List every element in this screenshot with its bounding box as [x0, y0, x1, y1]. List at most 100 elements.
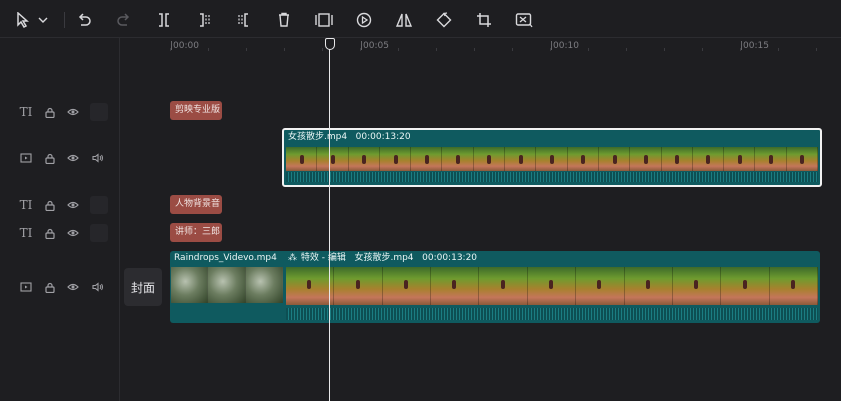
time-ruler[interactable]: |00:00 |00:05 |00:10 |00:15: [120, 38, 841, 56]
clip-header: ⁂ 特效 - 编辑 女孩散步.mp4 00:00:13:20: [288, 251, 477, 267]
thumbnail-frame: [431, 267, 480, 305]
ruler-label: |00:10: [550, 41, 579, 51]
text-clip-title[interactable]: 剪映专业版: [170, 101, 222, 120]
lock-icon[interactable]: [42, 197, 58, 213]
lock-icon[interactable]: [42, 279, 58, 295]
thumbnail-frame: [598, 147, 631, 171]
ruler-tick: [436, 48, 437, 51]
video-clip-overlay[interactable]: 女孩散步.mp4 00:00:13:20: [282, 128, 822, 187]
track-slot-placeholder: [90, 224, 108, 242]
thumbnail-frame: [473, 147, 506, 171]
smart-cut-icon[interactable]: [513, 9, 535, 31]
thumbnail-frame: [286, 267, 335, 305]
ruler-tick: [816, 48, 817, 51]
freeze-frame-icon[interactable]: [313, 9, 335, 31]
thumbnail-frame: [348, 147, 380, 171]
clip-thumbnails: [286, 267, 818, 305]
audio-icon[interactable]: [90, 279, 106, 295]
playhead-handle[interactable]: [325, 38, 335, 50]
ruler-tick: [246, 48, 247, 51]
video-clip-raindrops[interactable]: Raindrops_Videvo.mp4: [170, 251, 284, 323]
thumbnail-frame: [411, 147, 443, 171]
eye-icon[interactable]: [65, 150, 81, 166]
thumbnail-frame: [576, 267, 625, 305]
ruler-tick: [360, 48, 361, 51]
clip-thumbnails: [286, 147, 819, 171]
text-clip-bgm[interactable]: 人物背景音: [170, 195, 222, 214]
toolbar-divider: [64, 12, 65, 28]
video-editor-timeline: TI TI TI |00:00 |00:05 |00:10 |00:15 封面 …: [0, 0, 841, 401]
track-header-text-1: TI: [0, 100, 120, 124]
thumbnail-frame: [624, 267, 673, 305]
eye-icon[interactable]: [65, 279, 81, 295]
thumbnail-frame: [567, 147, 599, 171]
rotate-icon[interactable]: [433, 9, 455, 31]
lock-icon[interactable]: [42, 104, 58, 120]
ruler-tick: [208, 48, 209, 51]
thumbnail-frame: [536, 147, 568, 171]
thumbnail-frame: [692, 147, 725, 171]
thumbnail-frame: [245, 267, 283, 303]
play-reverse-icon[interactable]: [353, 9, 375, 31]
mirror-icon[interactable]: [393, 9, 415, 31]
undo-icon[interactable]: [73, 9, 95, 31]
ruler-tick: [778, 48, 779, 51]
video-track-icon: [18, 279, 34, 295]
ruler-label: |00:05: [360, 41, 389, 51]
text-track-icon: TI: [19, 105, 33, 119]
chevron-down-icon[interactable]: [36, 9, 50, 31]
thumbnail-frame: [382, 267, 432, 305]
video-clip-main[interactable]: ⁂ 特效 - 编辑 女孩散步.mp4 00:00:13:20: [284, 251, 820, 323]
timeline-toolbar: [0, 0, 841, 38]
delete-icon[interactable]: [273, 9, 295, 31]
thumbnail-frame: [171, 267, 209, 303]
eye-icon[interactable]: [65, 197, 81, 213]
ruler-tick: [398, 48, 399, 51]
ruler-label: |00:15: [740, 41, 769, 51]
ruler-tick: [284, 48, 285, 51]
redo-icon[interactable]: [113, 9, 135, 31]
thumbnail-frame: [208, 267, 246, 303]
audio-waveform: [286, 308, 818, 320]
clip-name: 女孩散步.mp4: [288, 132, 348, 142]
ruler-tick: [740, 48, 741, 51]
thumbnail-frame: [505, 147, 537, 171]
text-track-icon: TI: [19, 226, 33, 240]
lock-icon[interactable]: [42, 225, 58, 241]
trim-right-icon[interactable]: [233, 9, 255, 31]
track-header-text-3: TI: [0, 221, 120, 245]
audio-icon[interactable]: [90, 150, 106, 166]
lock-icon[interactable]: [42, 150, 58, 166]
video-track-icon: [18, 150, 34, 166]
playhead-line[interactable]: [329, 46, 330, 401]
ruler-tick: [512, 48, 513, 51]
track-headers: TI TI TI: [0, 38, 120, 401]
text-clip-lecturer[interactable]: 讲师：三郎: [170, 223, 222, 242]
thumbnail-frame: [755, 147, 787, 171]
ruler-tick: [322, 48, 323, 51]
thumbnail-frame: [527, 267, 577, 305]
ruler-tick: [588, 48, 589, 51]
select-cursor-icon[interactable]: [12, 9, 34, 31]
audio-waveform: [286, 172, 818, 182]
thumbnail-frame: [786, 147, 819, 171]
eye-icon[interactable]: [65, 104, 81, 120]
crop-icon[interactable]: [473, 9, 495, 31]
text-track-icon: TI: [19, 198, 33, 212]
thumbnail-frame: [334, 267, 383, 305]
ruler-tick: [170, 48, 171, 51]
track-header-text-2: TI: [0, 193, 120, 217]
trim-left-icon[interactable]: [193, 9, 215, 31]
ruler-tick: [702, 48, 703, 51]
clip-duration: 00:00:13:20: [422, 253, 478, 263]
eye-icon[interactable]: [65, 225, 81, 241]
ruler-tick: [474, 48, 475, 51]
cover-button[interactable]: 封面: [124, 268, 162, 306]
track-header-video: [0, 146, 120, 170]
track-slot-placeholder: [90, 196, 108, 214]
split-icon[interactable]: [153, 9, 175, 31]
thumbnail-frame: [317, 147, 349, 171]
clip-name: 女孩散步.mp4: [354, 253, 414, 263]
thumbnail-frame: [661, 147, 693, 171]
ruler-label: |00:00: [170, 41, 199, 51]
